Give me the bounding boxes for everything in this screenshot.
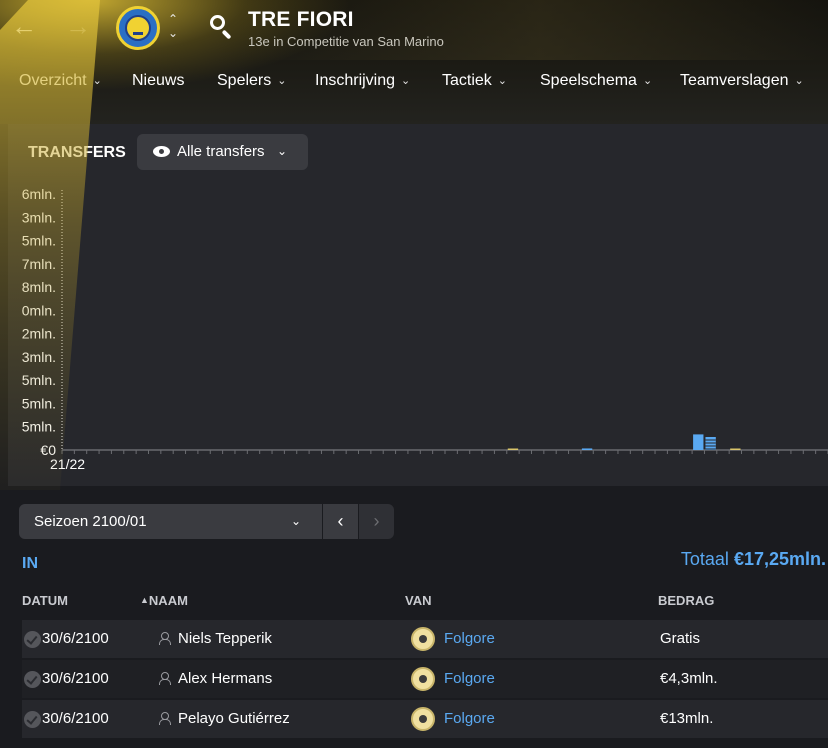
club-crest-icon — [411, 627, 435, 651]
column-header-name[interactable]: ▲NAAM — [140, 593, 188, 608]
team-crest-icon[interactable] — [116, 6, 160, 50]
player-name[interactable]: Niels Tepperik — [178, 630, 272, 647]
club-name[interactable]: Folgore — [444, 670, 495, 687]
forward-arrow-icon[interactable]: → — [64, 12, 92, 40]
menu-item-tactiek[interactable]: Tactiek ⌄ — [442, 72, 507, 90]
total-label: Totaal — [680, 549, 734, 569]
team-switch-icon[interactable]: ⌃ ⌄ — [166, 12, 180, 42]
back-arrow-icon[interactable]: ← — [10, 12, 38, 40]
eye-icon — [153, 146, 170, 157]
menu-item-speelschema[interactable]: Speelschema ⌄ — [540, 72, 652, 90]
menu-item-nieuws[interactable]: Nieuws — [132, 72, 184, 90]
chevron-down-icon: ⌄ — [291, 514, 302, 528]
transfers-panel: €0 5mln. 5mln. 5mln. 3mln. 2mln. 0mln. 8mln. 7ml… — [8, 124, 828, 486]
y-tick-label: 8mln. — [22, 279, 56, 295]
x-tick-label: 21/22 — [50, 456, 85, 472]
player-icon — [158, 632, 171, 645]
chart-bar — [693, 434, 704, 450]
club-header: ← → ⌃ ⌄ TRE FIORI 13e in Competitie van S… — [0, 0, 828, 124]
chart-bar — [581, 448, 593, 450]
chevron-down-icon: ⌄ — [642, 75, 653, 87]
column-header-amount[interactable]: BEDRAG — [658, 593, 714, 608]
column-header-date[interactable]: DATUM — [22, 593, 68, 608]
chevron-down-icon: ⌄ — [277, 75, 287, 87]
menu-item-inschrijving[interactable]: Inschrijving ⌄ — [315, 72, 410, 90]
chevron-down-icon: ⌄ — [497, 75, 508, 87]
check-icon — [24, 631, 41, 648]
y-tick-label: 5mln. — [22, 233, 56, 249]
incoming-total: Totaal €17,25mln. — [681, 549, 826, 570]
menu-item-overzicht[interactable]: Overzicht ⌄ — [19, 72, 102, 90]
next-season-button[interactable]: › — [359, 504, 394, 539]
chevron-down-icon: ⌄ — [794, 75, 804, 87]
check-icon — [24, 711, 41, 728]
transfers-chart: €05mln.5mln.5mln.3mln.2mln.0mln.8mln.7ml… — [22, 186, 828, 472]
player-name[interactable]: Pelayo Gutiérrez — [178, 710, 290, 727]
player-name[interactable]: Alex Hermans — [178, 670, 272, 687]
player-icon — [158, 712, 171, 725]
club-crest-icon — [411, 707, 435, 731]
table-row[interactable]: 30/6/2100 Alex Hermans Folgore €4,3mln. — [22, 660, 828, 698]
transfer-filter-label: Alle transfers — [177, 143, 265, 160]
player-icon — [158, 672, 171, 685]
transfer-filter-dropdown[interactable]: Alle transfers ⌄ — [137, 134, 308, 170]
transfer-date: 30/6/2100 — [42, 670, 109, 687]
chevron-right-icon: › — [373, 511, 380, 531]
chevron-down-icon: ⌄ — [92, 75, 102, 87]
club-name[interactable]: Folgore — [444, 710, 495, 727]
y-tick-label: 5mln. — [22, 419, 56, 435]
table-row[interactable]: 30/6/2100 Niels Tepperik Folgore Gratis — [22, 620, 828, 658]
y-tick-label: 0mln. — [22, 302, 56, 318]
transfers-title: TRANSFERS — [28, 144, 126, 161]
chevron-down-icon: ⌄ — [277, 144, 288, 158]
club-crest-icon — [411, 667, 435, 691]
transfer-amount: €4,3mln. — [660, 670, 718, 687]
chevron-left-icon: ‹ — [337, 511, 344, 531]
chart-bar — [507, 448, 519, 450]
y-tick-label: 6mln. — [22, 186, 56, 202]
y-tick-label: 3mln. — [22, 349, 56, 365]
previous-season-button[interactable]: ‹ — [323, 504, 358, 539]
table-row[interactable]: 30/6/2100 Pelayo Gutiérrez Folgore €13ml… — [22, 700, 828, 738]
transfer-amount: Gratis — [660, 630, 701, 647]
check-icon — [24, 671, 41, 688]
team-name: TRE FIORI — [248, 8, 354, 31]
incoming-section-label: IN — [22, 555, 38, 572]
transfer-date: 30/6/2100 — [42, 630, 109, 647]
y-tick-label: 7mln. — [22, 256, 56, 272]
season-label: Seizoen 2100/01 — [34, 513, 147, 530]
chevron-down-icon: ⌄ — [401, 75, 411, 87]
team-subtitle: 13e in Competitie van San Marino — [248, 34, 444, 49]
transfer-amount: €13mln. — [660, 710, 714, 727]
y-tick-label: 2mln. — [22, 326, 56, 342]
y-tick-label: 3mln. — [22, 209, 56, 225]
season-dropdown[interactable]: Seizoen 2100/01 ⌄ — [19, 504, 322, 539]
transfer-date: 30/6/2100 — [42, 710, 109, 727]
chart-bar — [730, 448, 741, 450]
search-icon[interactable] — [208, 13, 234, 40]
menu-item-spelers[interactable]: Spelers ⌄ — [217, 72, 286, 90]
y-tick-label: 5mln. — [22, 395, 56, 411]
column-header-from[interactable]: VAN — [405, 593, 431, 608]
sort-asc-icon: ▲ — [140, 595, 149, 605]
main-menu: Overzicht ⌄ Nieuws Spelers ⌄ Inschrijving ⌄… — [0, 72, 828, 96]
club-name[interactable]: Folgore — [444, 630, 495, 647]
total-value: €17,25mln. — [733, 549, 826, 569]
y-tick-label: 5mln. — [22, 372, 56, 388]
menu-item-teamverslagen[interactable]: Teamverslagen ⌄ — [680, 72, 804, 90]
